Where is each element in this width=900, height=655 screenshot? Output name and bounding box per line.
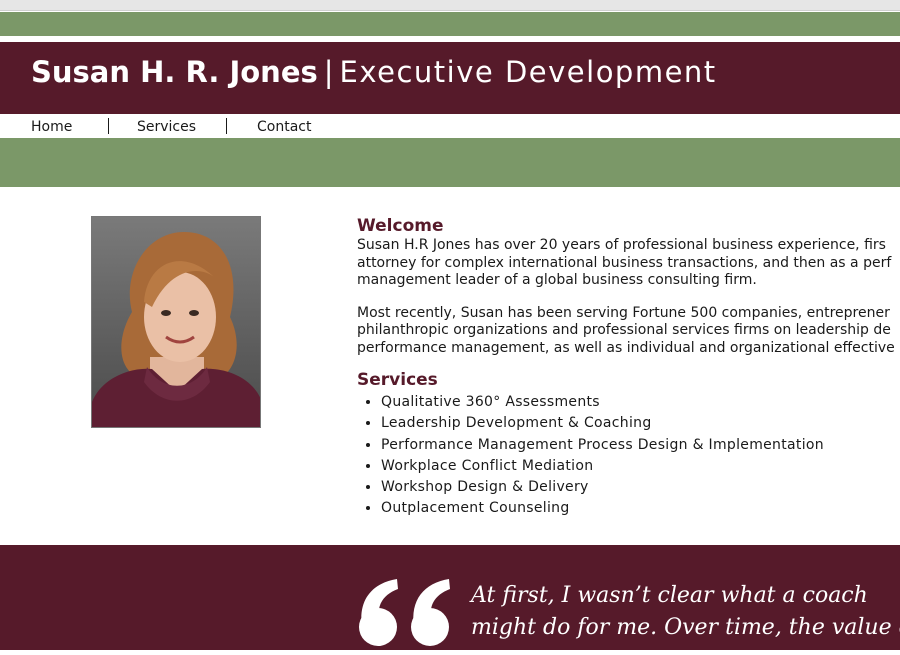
testimonial-line: At first, I wasn’t clear what a coach <box>471 583 868 608</box>
main-content: Welcome Susan H.R Jones has over 20 year… <box>357 216 900 520</box>
portrait-illustration <box>92 217 260 427</box>
services-list: Qualitative 360° Assessments Leadership … <box>357 392 900 520</box>
welcome-heading: Welcome <box>357 216 444 236</box>
profile-photo <box>91 216 261 428</box>
quote-mark-icon <box>359 579 450 646</box>
welcome-paragraph: Susan H.R Jones has over 20 years of pro… <box>357 237 900 290</box>
browser-top-strip <box>0 0 900 11</box>
title-separator: | <box>323 55 334 89</box>
site-tagline: Executive Development <box>339 55 717 89</box>
service-item: Workshop Design & Delivery <box>381 477 900 498</box>
recent-work-line: Most recently, Susan has been serving Fo… <box>357 304 890 321</box>
testimonial-line: might do for me. Over time, the value of <box>471 615 900 640</box>
welcome-line: attorney for complex international busin… <box>357 254 892 271</box>
site-title: Susan H. R. Jones | Executive Development <box>31 54 717 90</box>
recent-work-paragraph: Most recently, Susan has been serving Fo… <box>357 305 900 358</box>
nav-contact-link[interactable]: Contact <box>257 118 311 136</box>
site-owner-name: Susan H. R. Jones <box>31 55 318 89</box>
service-item: Leadership Development & Coaching <box>381 413 900 434</box>
welcome-line: Susan H.R Jones has over 20 years of pro… <box>357 237 886 253</box>
recent-work-line: philanthropic organizations and professi… <box>357 322 891 338</box>
top-green-band <box>0 12 900 36</box>
service-item: Outplacement Counseling <box>381 498 900 519</box>
nav-divider <box>226 118 227 134</box>
main-nav: Home Services Contact <box>0 117 900 137</box>
service-item: Qualitative 360° Assessments <box>381 392 900 413</box>
nav-divider <box>108 118 109 134</box>
service-item: Workplace Conflict Mediation <box>381 456 900 477</box>
mid-green-band <box>0 138 900 187</box>
service-item: Performance Management Process Design & … <box>381 435 900 456</box>
nav-home-link[interactable]: Home <box>31 118 72 136</box>
welcome-line: management leader of a global business c… <box>357 272 757 288</box>
nav-services-link[interactable]: Services <box>137 118 196 136</box>
testimonial-text: At first, I wasn’t clear what a coach mi… <box>471 580 900 644</box>
services-heading: Services <box>357 370 438 390</box>
recent-work-line: performance management, as well as indiv… <box>357 339 895 356</box>
